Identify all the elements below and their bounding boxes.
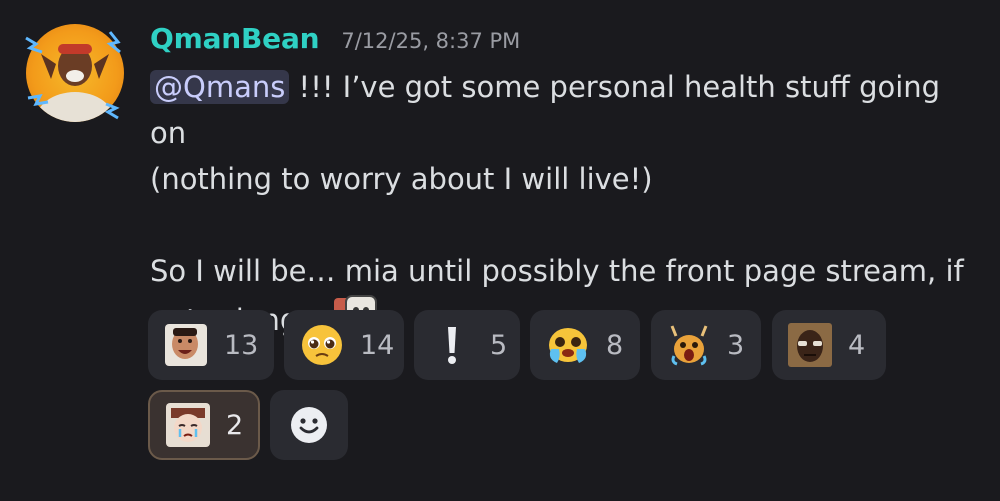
crying-face-emote-icon <box>544 321 592 369</box>
screaming-cat-emote-icon <box>665 321 713 369</box>
message-header: QmanBean 7/12/25, 8:37 PM <box>150 22 520 58</box>
reaction-count: 8 <box>606 329 624 361</box>
reaction-crying-anime-girl[interactable]: 2 <box>148 390 260 460</box>
message-timestamp[interactable]: 7/12/25, 8:37 PM <box>341 29 520 53</box>
reaction-exclamation[interactable]: 5 <box>414 310 520 380</box>
add-reaction-button[interactable] <box>270 390 348 460</box>
reaction-pleading-face[interactable]: 14 <box>284 310 404 380</box>
pleading-face-emoji-icon <box>298 321 346 369</box>
author-username[interactable]: QmanBean <box>150 22 320 55</box>
reaction-count: 14 <box>360 329 395 361</box>
message-line-2: (nothing to worry about I will live!) <box>150 162 653 196</box>
message-content: @Qmans !!! I’ve got some personal health… <box>150 64 980 343</box>
crying-anime-girl-emote-icon <box>164 401 212 449</box>
reaction-count: 2 <box>226 409 244 441</box>
avatar-person-icon <box>35 44 115 122</box>
message-line-3: So I will be… mia until possibly the fro… <box>150 254 964 288</box>
reaction-count: 4 <box>848 329 866 361</box>
reaction-count: 3 <box>727 329 745 361</box>
reaction-crying-face[interactable]: 8 <box>530 310 640 380</box>
man-photo-emote-icon <box>786 321 834 369</box>
message-line-1: @Qmans !!! I’ve got some personal health… <box>150 64 980 156</box>
reaction-count: 5 <box>490 329 508 361</box>
user-avatar[interactable] <box>26 24 124 122</box>
user-mention[interactable]: @Qmans <box>150 70 290 104</box>
message: QmanBean 7/12/25, 8:37 PM @Qmans !!! I’v… <box>0 0 1000 501</box>
exclamation-emoji-icon <box>428 321 476 369</box>
reaction-count: 13 <box>224 329 259 361</box>
reaction-screaming-cat[interactable]: 3 <box>651 310 761 380</box>
reaction-man-photo[interactable]: 4 <box>772 310 886 380</box>
smiley-face-icon <box>291 407 327 443</box>
laughing-man-emote-icon <box>162 321 210 369</box>
reaction-laughing-man[interactable]: 13 <box>148 310 274 380</box>
